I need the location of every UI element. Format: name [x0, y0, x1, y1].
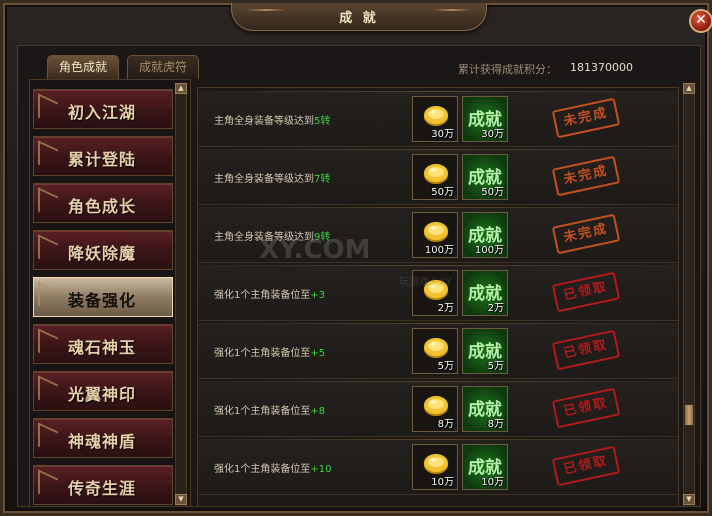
coin-amount: 50万	[431, 187, 454, 198]
status-stamp: 已领取	[551, 445, 621, 487]
close-icon: ✕	[695, 12, 707, 28]
achievement-description: 强化1个主角装备位至+3	[214, 286, 325, 301]
achievement-row: 主角全身装备等级达到7转 50万 成就 50万 未完成	[198, 149, 678, 205]
close-button[interactable]: ✕	[689, 9, 712, 33]
gold-ingot-icon	[423, 335, 449, 359]
coin-reward[interactable]: 30万	[412, 96, 458, 142]
category-scroll-up-button[interactable]: ▲	[175, 83, 187, 94]
coin-reward[interactable]: 8万	[412, 386, 458, 432]
watermark-sub: 玩游戏上XY	[399, 277, 452, 288]
achievement-text: 强化1个主角装备位至	[214, 290, 311, 301]
achievement-list: 主角全身装备等级达到5转 30万 成就 30万 未完成 主角全身装备等级达到7转 50万 成就…	[197, 87, 679, 507]
achievement-description: 主角全身装备等级达到5转	[214, 112, 330, 127]
category-label: 光翼神印	[68, 385, 137, 404]
achievement-points-reward[interactable]: 成就 10万	[462, 444, 508, 490]
coin-amount: 2万	[437, 303, 454, 314]
status-stamp: 未完成	[551, 155, 621, 197]
achievement-points-reward[interactable]: 成就 50万	[462, 154, 508, 200]
status-stamp: 未完成	[551, 97, 621, 139]
achievement-points-amount: 10万	[481, 477, 504, 488]
achievement-description: 主角全身装备等级达到7转	[214, 170, 330, 185]
coin-reward[interactable]: 50万	[412, 154, 458, 200]
category-label: 初入江湖	[68, 103, 137, 122]
achievement-points-reward[interactable]: 成就 100万	[462, 212, 508, 258]
achievement-row: 主角全身装备等级达到5转 30万 成就 30万 未完成	[198, 91, 678, 147]
gold-ingot-icon	[423, 161, 449, 185]
category-button[interactable]: 传奇生涯	[33, 465, 173, 505]
achievement-text: 强化1个主角装备位至	[214, 464, 311, 475]
title-plate: 成 就	[231, 3, 487, 31]
category-label: 装备强化	[68, 291, 137, 310]
category-label: 传奇生涯	[68, 479, 137, 498]
category-button[interactable]: 装备强化	[33, 277, 173, 317]
achievement-scroll-up-button[interactable]: ▲	[683, 83, 695, 94]
category-scroll-down-button[interactable]: ▼	[175, 494, 187, 505]
achievement-text: 强化1个主角装备位至	[214, 406, 311, 417]
gold-ingot-icon	[423, 393, 449, 417]
achievement-text: 主角全身装备等级达到	[214, 116, 314, 127]
category-button[interactable]: 神魂神盾	[33, 418, 173, 458]
achievement-points-amount: 30万	[481, 129, 504, 140]
achievement-scroll-thumb[interactable]	[684, 404, 694, 426]
tab-achievement-tally[interactable]: 成就虎符	[127, 55, 199, 79]
category-button[interactable]: 降妖除魔	[33, 230, 173, 270]
category-label: 魂石神玉	[68, 338, 137, 357]
achievement-points-reward[interactable]: 成就 30万	[462, 96, 508, 142]
achievement-row: 强化1个主角装备位至+8 8万 成就 8万 已领取	[198, 381, 678, 437]
coin-reward[interactable]: 10万	[412, 444, 458, 490]
category-button[interactable]: 累计登陆	[33, 136, 173, 176]
tab-character-achievements[interactable]: 角色成就	[47, 55, 119, 79]
coin-reward[interactable]: 5万	[412, 328, 458, 374]
achievement-points-amount: 5万	[487, 361, 504, 372]
achievement-points-amount: 8万	[487, 419, 504, 430]
achievement-text: 强化1个主角装备位至	[214, 348, 311, 359]
category-label: 角色成长	[68, 197, 137, 216]
achievement-target: +3	[310, 290, 326, 301]
status-stamp: 已领取	[551, 387, 621, 429]
achievement-description: 强化1个主角装备位至+8	[214, 402, 325, 417]
achievement-target: 5转	[314, 116, 331, 127]
status-stamp: 已领取	[551, 271, 621, 313]
achievement-points-amount: 2万	[487, 303, 504, 314]
coin-amount: 8万	[437, 419, 454, 430]
score-label: 累计获得成就积分：	[458, 63, 557, 76]
achievement-points-amount: 100万	[474, 245, 504, 256]
score-value: 181370000	[570, 61, 633, 74]
achievement-description: 强化1个主角装备位至+10	[214, 460, 331, 475]
gold-ingot-icon	[423, 451, 449, 475]
achievement-row: 强化1个主角装备位至+5 5万 成就 5万 已领取	[198, 323, 678, 379]
category-label: 降妖除魔	[68, 244, 137, 263]
category-scrollbar[interactable]	[175, 83, 187, 507]
coin-amount: 30万	[431, 129, 454, 140]
coin-amount: 5万	[437, 361, 454, 372]
achievement-points-amount: 50万	[481, 187, 504, 198]
category-label: 累计登陆	[68, 150, 137, 169]
achievement-description: 强化1个主角装备位至+5	[214, 344, 325, 359]
category-button[interactable]: 魂石神玉	[33, 324, 173, 364]
category-button[interactable]: 角色成长	[33, 183, 173, 223]
achievement-target: +8	[310, 406, 326, 417]
category-button[interactable]: 初入江湖	[33, 89, 173, 129]
status-stamp: 未完成	[551, 213, 621, 255]
achievement-window: 成 就 ✕ 角色成就 成就虎符 累计获得成就积分： 181370000 初入江湖…	[0, 0, 712, 516]
achievement-target: +5	[310, 348, 326, 359]
coin-amount: 10万	[431, 477, 454, 488]
achievement-scrollbar[interactable]	[683, 83, 695, 507]
achievement-points-reward[interactable]: 成就 8万	[462, 386, 508, 432]
window-title: 成 就	[339, 11, 379, 26]
achievement-row: 强化1个主角装备位至+10 10万 成就 10万 已领取	[198, 439, 678, 495]
achievement-target: 7转	[314, 174, 331, 185]
category-button[interactable]: 光翼神印	[33, 371, 173, 411]
gold-ingot-icon	[423, 103, 449, 127]
achievement-points-reward[interactable]: 成就 2万	[462, 270, 508, 316]
achievement-text: 主角全身装备等级达到	[214, 174, 314, 185]
achievement-scroll-down-button[interactable]: ▼	[683, 494, 695, 505]
achievement-points-reward[interactable]: 成就 5万	[462, 328, 508, 374]
status-stamp: 已领取	[551, 329, 621, 371]
achievement-target: +10	[310, 464, 332, 475]
category-label: 神魂神盾	[68, 432, 137, 451]
watermark: XY.COM	[259, 235, 371, 265]
